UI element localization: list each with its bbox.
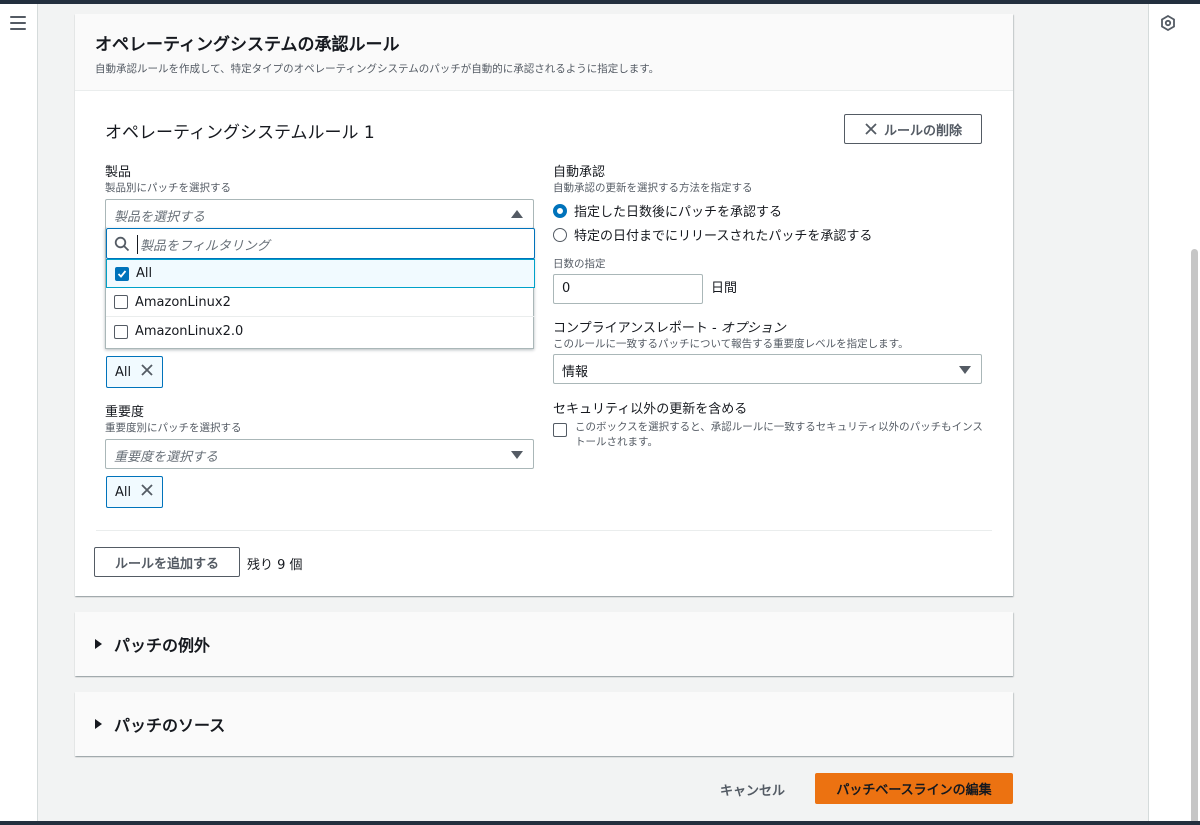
tools-icon[interactable] [1160, 15, 1176, 31]
compliance-select-value: 情報 [562, 365, 589, 380]
close-icon [865, 123, 877, 135]
cancel-button[interactable]: キャンセル [712, 778, 793, 801]
product-sublabel: 製品別にパッチを選択する [105, 182, 231, 194]
os-approval-rules-container: オペレーティングシステムの承認ルール 自動承認ルールを作成して、特定タイプのオペ… [75, 14, 1013, 596]
product-option-amazonlinux2-0[interactable]: AmazonLinux2.0 [106, 317, 535, 346]
checkbox [114, 324, 128, 339]
add-rule-label: ルールを追加する [114, 556, 219, 572]
product-option-label: AmazonLinux2.0 [135, 324, 244, 339]
radio-icon [553, 227, 567, 242]
product-token: All [106, 356, 163, 388]
radio-label: 特定の日付までにリリースされたパッチを承認する [574, 229, 873, 244]
remove-token-icon[interactable] [140, 363, 154, 377]
search-icon [114, 236, 130, 252]
severity-label: 重要度 [105, 405, 145, 420]
left-navigation-rail [0, 4, 38, 825]
non-security-label: セキュリティ以外の更新を含める [553, 402, 748, 417]
product-filter-placeholder: 製品をフィルタリング [137, 235, 270, 254]
remove-token-icon[interactable] [140, 483, 154, 497]
caret-right-icon [95, 639, 102, 649]
severity-select[interactable]: 重要度を選択する [105, 439, 534, 469]
radio-approve-after-days[interactable]: 指定した日数後にパッチを承認する [553, 201, 782, 220]
menu-icon[interactable] [10, 16, 26, 30]
days-input[interactable]: 0 [553, 274, 703, 304]
section-title: オペレーティングシステムの承認ルール [95, 35, 400, 55]
checkbox[interactable] [553, 423, 567, 437]
product-label: 製品 [105, 165, 132, 180]
delete-rule-button[interactable]: ルールの削除 [844, 114, 982, 144]
days-unit: 日間 [711, 281, 738, 296]
divider [96, 530, 992, 531]
non-security-checkbox-row[interactable]: このボックスを選択すると、承認ルールに一致するセキュリティ以外のパッチもインスト… [553, 420, 985, 450]
bottom-bar [0, 821, 1200, 825]
delete-rule-label: ルールの削除 [883, 123, 962, 139]
caret-right-icon [95, 719, 102, 729]
product-option-amazonlinux2[interactable]: AmazonLinux2 [106, 288, 535, 317]
auto-approval-sublabel: 自動承認の更新を選択する方法を指定する [553, 182, 753, 194]
caret-up-icon [511, 210, 523, 218]
days-label: 日数の指定 [553, 258, 606, 270]
top-bar [0, 0, 1200, 4]
caret-down-icon [959, 366, 971, 374]
patch-sources-title: パッチのソース [114, 716, 226, 735]
add-rule-button[interactable]: ルールを追加する [94, 547, 240, 577]
checkbox-checked-icon [115, 266, 129, 281]
severity-sublabel: 重要度別にパッチを選択する [105, 422, 242, 434]
severity-token: All [106, 476, 163, 508]
product-select-placeholder: 製品を選択する [114, 210, 206, 225]
rule-title: オペレーティングシステムルール 1 [105, 123, 375, 143]
container-header: オペレーティングシステムの承認ルール 自動承認ルールを作成して、特定タイプのオペ… [75, 14, 1013, 91]
product-filter-input[interactable]: 製品をフィルタリング [106, 228, 535, 259]
caret-down-icon [511, 451, 523, 459]
non-security-checkbox-text: このボックスを選択すると、承認ルールに一致するセキュリティ以外のパッチもインスト… [575, 421, 983, 449]
compliance-label-text: コンプライアンスレポート - [553, 321, 721, 336]
product-option-all[interactable]: All [106, 259, 535, 288]
radio-label: 指定した日数後にパッチを承認する [574, 205, 783, 220]
product-select[interactable]: 製品を選択する [105, 199, 534, 229]
checkbox [114, 295, 128, 309]
auto-approval-label: 自動承認 [553, 165, 606, 180]
product-option-label: All [136, 266, 153, 281]
compliance-label-optional: オプション [720, 321, 786, 336]
patch-sources-section[interactable]: パッチのソース [75, 692, 1013, 756]
radio-approve-until-date[interactable]: 特定の日付までにリリースされたパッチを承認する [553, 225, 872, 244]
product-option-label: AmazonLinux2 [135, 294, 231, 310]
compliance-sublabel: このルールに一致するパッチについて報告する重要度レベルを指定します。 [553, 338, 909, 350]
section-description: 自動承認ルールを作成して、特定タイプのオペレーティングシステムのパッチが自動的に… [95, 63, 660, 75]
rules-remaining: 残り 9 個 [247, 558, 303, 573]
compliance-select[interactable]: 情報 [553, 354, 982, 384]
severity-select-placeholder: 重要度を選択する [114, 450, 219, 465]
scrollbar[interactable] [1191, 249, 1198, 825]
severity-token-label: All [115, 484, 132, 500]
compliance-label: コンプライアンスレポート - オプション [553, 317, 786, 336]
radio-selected-icon [553, 203, 567, 218]
patch-exceptions-section[interactable]: パッチの例外 [75, 612, 1013, 676]
right-tools-rail [1148, 4, 1200, 825]
edit-patch-baseline-button[interactable]: パッチベースラインの編集 [815, 773, 1013, 804]
patch-exceptions-title: パッチの例外 [114, 636, 211, 655]
product-dropdown: 製品をフィルタリング All AmazonLinux2 AmazonLinux2… [105, 228, 535, 349]
product-token-label: All [115, 364, 132, 380]
